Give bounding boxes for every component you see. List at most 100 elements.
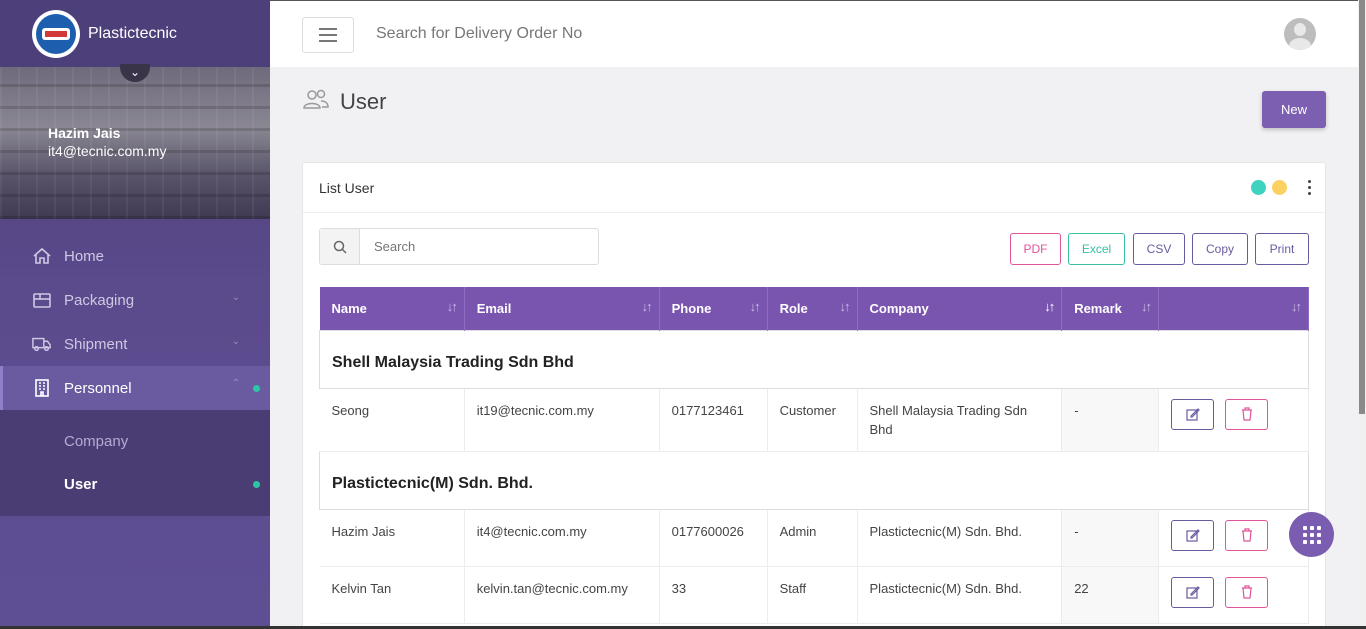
- cell-actions: [1158, 388, 1309, 452]
- sidebar-item-label: Company: [64, 433, 129, 450]
- edit-button[interactable]: [1171, 576, 1215, 608]
- profile-email: it4@tecnic.com.my: [48, 143, 167, 159]
- sidebar-item-home[interactable]: Home: [0, 234, 270, 278]
- group-label: Plastictecnic(M) Sdn. Bhd.: [319, 450, 1309, 510]
- edit-icon: [1185, 586, 1200, 599]
- export-excel-button[interactable]: Excel: [1068, 233, 1125, 265]
- profile-name: Hazim Jais: [48, 125, 121, 141]
- card-title: List User: [319, 179, 375, 196]
- sidebar-item-shipment[interactable]: Shipment ⌄: [0, 322, 270, 366]
- sidebar-item-label: Personnel: [64, 379, 132, 397]
- sidebar: Plastictecnic ⌄ Hazim Jais it4@tecnic.co…: [0, 0, 270, 629]
- user-list-card: List User PDF Excel CSV Copy Print Name↓…: [302, 162, 1326, 629]
- edit-button[interactable]: [1171, 519, 1215, 551]
- sidebar-item-label: Home: [64, 247, 105, 265]
- avatar[interactable]: [1284, 18, 1316, 50]
- group-row: Plastictecnic(M) Sdn. Bhd.: [319, 450, 1309, 510]
- cell-email: kelvin.tan@tecnic.com.my: [464, 566, 660, 624]
- delete-button[interactable]: [1225, 576, 1269, 608]
- group-row: Shell Malaysia Trading Sdn Bhd: [319, 329, 1309, 389]
- edit-icon: [1185, 408, 1200, 421]
- users-icon: [302, 88, 330, 115]
- sort-icon: ↓↑: [446, 299, 458, 314]
- brand-name: Plastictecnic: [88, 24, 177, 42]
- search-input[interactable]: [360, 229, 590, 264]
- edit-icon: [1185, 529, 1200, 542]
- sidebar-item-personnel[interactable]: Personnel ⌃: [0, 366, 270, 410]
- page-scrollbar[interactable]: [1358, 0, 1366, 629]
- sidebar-nav: Home Packaging ⌄ Shipment ⌄ Personnel ⌃: [0, 234, 270, 516]
- sort-icon: ↓↑: [641, 299, 653, 314]
- box-icon: [32, 290, 52, 310]
- sort-asc-icon: ↓↑: [1044, 299, 1055, 314]
- cell-role: Staff: [767, 566, 858, 624]
- table-row: Kelvin Tan kelvin.tan@tecnic.com.my 33 S…: [319, 566, 1309, 624]
- cell-remark: -: [1061, 509, 1160, 567]
- chevron-down-icon: ⌄: [231, 292, 240, 303]
- sidebar-item-label: Shipment: [64, 335, 128, 353]
- company-logo: [32, 9, 80, 58]
- column-header-email[interactable]: Email ↓↑: [464, 287, 660, 330]
- export-pdf-button[interactable]: PDF: [1010, 233, 1061, 265]
- column-header-remark[interactable]: Remark ↓↑: [1061, 287, 1160, 330]
- cell-remark: -: [1061, 388, 1160, 452]
- topbar: Search for Delivery Order No: [270, 0, 1358, 67]
- cell-name: Hazim Jais: [319, 509, 465, 567]
- column-header-phone[interactable]: Phone ↓↑: [659, 287, 768, 330]
- cell-company: Shell Malaysia Trading Sdn Bhd: [857, 388, 1063, 452]
- delivery-order-search-input[interactable]: Search for Delivery Order No: [376, 25, 582, 43]
- sidebar-item-company[interactable]: Company: [0, 420, 270, 463]
- column-header-name[interactable]: Name ↓↑: [319, 287, 465, 330]
- active-indicator: [253, 384, 260, 392]
- chevron-up-icon: ⌃: [231, 378, 240, 389]
- new-user-button[interactable]: New: [1262, 91, 1326, 128]
- cell-phone: 33: [659, 566, 768, 624]
- teal-dot-button[interactable]: [1251, 180, 1266, 195]
- column-header-actions[interactable]: ↓↑: [1158, 287, 1309, 330]
- trash-icon: [1241, 407, 1252, 421]
- cell-email: it19@tecnic.com.my: [464, 388, 660, 452]
- page-title: User: [340, 88, 387, 114]
- print-button[interactable]: Print: [1255, 233, 1309, 265]
- trash-icon: [1241, 528, 1252, 542]
- cell-company: Plastictecnic(M) Sdn. Bhd.: [857, 509, 1063, 567]
- table-search: [319, 228, 599, 265]
- profile-panel: ⌄ Hazim Jais it4@tecnic.com.my: [0, 64, 270, 219]
- cell-name: Kelvin Tan: [319, 566, 465, 624]
- column-header-role[interactable]: Role ↓↑: [767, 287, 858, 330]
- table-header-row: Name ↓↑ Email ↓↑ Phone ↓↑ Role ↓↑ Company ↓↑ …: [319, 287, 1309, 330]
- sort-icon: ↓↑: [839, 299, 851, 314]
- sort-icon: ↓↑: [749, 299, 761, 314]
- edit-button[interactable]: [1171, 398, 1215, 430]
- brand[interactable]: Plastictecnic: [0, 0, 270, 67]
- delete-button[interactable]: [1225, 398, 1269, 430]
- sidebar-subnav: Company User: [0, 410, 270, 516]
- delete-button[interactable]: [1225, 519, 1269, 551]
- sidebar-item-user[interactable]: User: [0, 463, 270, 506]
- column-header-company[interactable]: Company ↓↑: [857, 287, 1063, 330]
- export-csv-button[interactable]: CSV: [1133, 233, 1185, 265]
- table-row: Hazim Jais it4@tecnic.com.my 0177600026 …: [319, 509, 1309, 567]
- cell-name: Seong: [319, 388, 465, 452]
- cell-actions: [1158, 509, 1309, 567]
- group-label: Shell Malaysia Trading Sdn Bhd: [319, 329, 1309, 389]
- apps-grid-button[interactable]: [1289, 512, 1334, 557]
- trash-icon: [1241, 585, 1252, 599]
- chevron-down-icon: ⌄: [231, 336, 240, 347]
- copy-button[interactable]: Copy: [1192, 233, 1248, 265]
- search-icon: [320, 229, 360, 264]
- sidebar-item-label: Packaging: [64, 291, 135, 309]
- yellow-dot-button[interactable]: [1272, 180, 1287, 195]
- sidebar-item-label: User: [64, 476, 98, 493]
- menu-toggle-button[interactable]: [302, 17, 354, 53]
- cell-remark: 22: [1061, 566, 1160, 624]
- cell-role: Admin: [767, 509, 858, 567]
- cell-phone: 0177600026: [659, 509, 768, 567]
- building-icon: [32, 378, 52, 398]
- cell-email: it4@tecnic.com.my: [464, 509, 660, 567]
- cell-role: Customer: [767, 388, 858, 452]
- sidebar-item-packaging[interactable]: Packaging ⌄: [0, 278, 270, 322]
- more-options-icon[interactable]: [1308, 180, 1312, 195]
- chevron-down-icon[interactable]: ⌄: [120, 64, 150, 82]
- cell-company: Plastictecnic(M) Sdn. Bhd.: [857, 566, 1063, 624]
